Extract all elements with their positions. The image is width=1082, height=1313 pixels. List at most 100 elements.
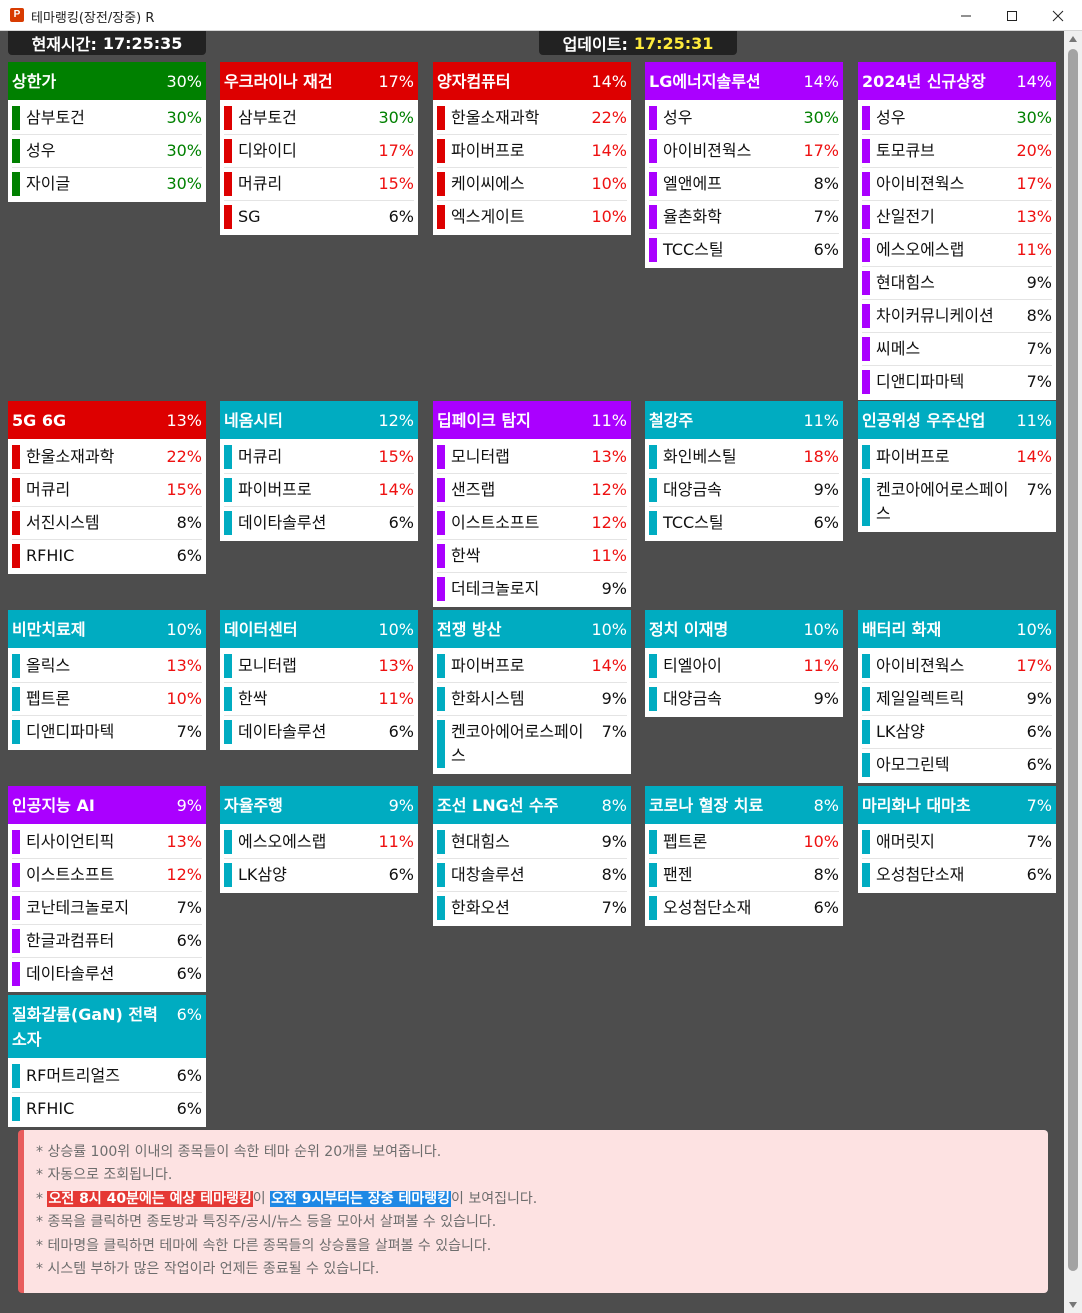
stock-name[interactable]: 코난테크놀로지 <box>26 896 171 920</box>
vertical-scrollbar[interactable] <box>1064 31 1082 1313</box>
theme-name[interactable]: 데이터센터 <box>224 617 378 642</box>
stock-name[interactable]: 모니터랩 <box>238 654 372 678</box>
stock-name[interactable]: 에스오에스랩 <box>238 830 372 854</box>
theme-name[interactable]: 인공위성 우주산업 <box>862 408 1016 433</box>
theme-name[interactable]: 양자컴퓨터 <box>437 69 591 94</box>
stock-row[interactable]: 토모큐브 20% <box>862 135 1052 168</box>
stock-row[interactable]: 삼부토건 30% <box>12 102 202 135</box>
theme-name[interactable]: 우크라이나 재건 <box>224 69 378 94</box>
stock-name[interactable]: 이스트소프트 <box>451 511 585 535</box>
stock-row[interactable]: 제일일렉트릭 9% <box>862 683 1052 716</box>
scroll-up-arrow-icon[interactable] <box>1064 31 1082 47</box>
stock-name[interactable]: 아이비젼웍스 <box>663 139 797 163</box>
stock-row[interactable]: TCC스틸 6% <box>649 234 839 266</box>
stock-name[interactable]: 디앤디파마텍 <box>876 370 1021 394</box>
stock-name[interactable]: 오성첨단소재 <box>663 896 808 920</box>
stock-name[interactable]: 디와이디 <box>238 139 372 163</box>
stock-name[interactable]: 성우 <box>26 139 160 163</box>
stock-row[interactable]: 올릭스 13% <box>12 650 202 683</box>
stock-row[interactable]: LK삼양 6% <box>224 859 414 891</box>
stock-row[interactable]: 성우 30% <box>649 102 839 135</box>
stock-row[interactable]: 파이버프로 14% <box>224 474 414 507</box>
stock-row[interactable]: 티엘아이 11% <box>649 650 839 683</box>
stock-name[interactable]: 올릭스 <box>26 654 160 678</box>
stock-name[interactable]: 현대힘스 <box>876 271 1021 295</box>
stock-name[interactable]: LK삼양 <box>876 720 1021 744</box>
stock-row[interactable]: 파이버프로 14% <box>437 650 627 683</box>
stock-row[interactable]: 현대힘스 9% <box>862 267 1052 300</box>
stock-row[interactable]: RFHIC 6% <box>12 1093 202 1125</box>
stock-row[interactable]: 머큐리 15% <box>12 474 202 507</box>
stock-name[interactable]: 머큐리 <box>238 445 372 469</box>
theme-header[interactable]: 인공위성 우주산업 11% <box>858 401 1056 439</box>
stock-name[interactable]: SG <box>238 205 383 229</box>
stock-name[interactable]: 아이비젼웍스 <box>876 654 1010 678</box>
stock-name[interactable]: 디앤디파마텍 <box>26 720 171 744</box>
stock-name[interactable]: 펩트론 <box>26 687 160 711</box>
stock-row[interactable]: 머큐리 15% <box>224 441 414 474</box>
stock-row[interactable]: 엘앤에프 8% <box>649 168 839 201</box>
stock-name[interactable]: 파이버프로 <box>238 478 372 502</box>
stock-name[interactable]: RFHIC <box>26 1097 171 1121</box>
theme-header[interactable]: 인공지능 AI 9% <box>8 786 206 824</box>
stock-row[interactable]: 아이비젼웍스 17% <box>862 168 1052 201</box>
theme-header[interactable]: 상한가 30% <box>8 62 206 100</box>
stock-name[interactable]: LK삼양 <box>238 863 383 887</box>
stock-name[interactable]: 한글과컴퓨터 <box>26 929 171 953</box>
stock-row[interactable]: 케이씨에스 10% <box>437 168 627 201</box>
theme-header[interactable]: 양자컴퓨터 14% <box>433 62 631 100</box>
stock-row[interactable]: 모니터랩 13% <box>437 441 627 474</box>
theme-name[interactable]: 네옴시티 <box>224 408 378 433</box>
stock-row[interactable]: 펩트론 10% <box>12 683 202 716</box>
stock-name[interactable]: 한싹 <box>451 544 585 568</box>
stock-name[interactable]: 씨메스 <box>876 337 1021 361</box>
stock-row[interactable]: RFHIC 6% <box>12 540 202 572</box>
theme-header[interactable]: 데이터센터 10% <box>220 610 418 648</box>
stock-name[interactable]: 켄코아에어로스페이스 <box>451 720 596 768</box>
stock-row[interactable]: 오성첨단소재 6% <box>862 859 1052 891</box>
theme-header[interactable]: 5G 6G 13% <box>8 401 206 439</box>
theme-header[interactable]: 조선 LNG선 수주 8% <box>433 786 631 824</box>
stock-row[interactable]: 머큐리 15% <box>224 168 414 201</box>
theme-header[interactable]: 마리화나 대마초 7% <box>858 786 1056 824</box>
stock-name[interactable]: 성우 <box>876 106 1010 130</box>
stock-row[interactable]: 팬젠 8% <box>649 859 839 892</box>
theme-name[interactable]: 전쟁 방산 <box>437 617 591 642</box>
stock-name[interactable]: 파이버프로 <box>451 654 585 678</box>
stock-name[interactable]: 삼부토건 <box>26 106 160 130</box>
stock-name[interactable]: 모니터랩 <box>451 445 585 469</box>
stock-name[interactable]: 아이비젼웍스 <box>876 172 1010 196</box>
stock-row[interactable]: 삼부토건 30% <box>224 102 414 135</box>
stock-row[interactable]: 디앤디파마텍 7% <box>12 716 202 748</box>
stock-row[interactable]: 아이비젼웍스 17% <box>649 135 839 168</box>
stock-name[interactable]: 파이버프로 <box>876 445 1010 469</box>
stock-row[interactable]: 파이버프로 14% <box>437 135 627 168</box>
stock-name[interactable]: 삼부토건 <box>238 106 372 130</box>
stock-row[interactable]: SG 6% <box>224 201 414 233</box>
stock-row[interactable]: TCC스틸 6% <box>649 507 839 539</box>
stock-row[interactable]: 데이타솔루션 6% <box>224 507 414 539</box>
stock-name[interactable]: 자이글 <box>26 172 160 196</box>
stock-name[interactable]: 한화시스템 <box>451 687 596 711</box>
theme-name[interactable]: LG에너지솔루션 <box>649 69 803 94</box>
theme-name[interactable]: 철강주 <box>649 408 803 433</box>
stock-name[interactable]: 제일일렉트릭 <box>876 687 1021 711</box>
stock-row[interactable]: 데이타솔루션 6% <box>12 958 202 990</box>
theme-name[interactable]: 인공지능 AI <box>12 793 177 818</box>
stock-row[interactable]: 티사이언티픽 13% <box>12 826 202 859</box>
theme-name[interactable]: 상한가 <box>12 69 166 94</box>
stock-name[interactable]: 한울소재과학 <box>451 106 585 130</box>
stock-row[interactable]: 한울소재과학 22% <box>12 441 202 474</box>
stock-name[interactable]: 율촌화학 <box>663 205 808 229</box>
stock-name[interactable]: 데이타솔루션 <box>238 511 383 535</box>
theme-header[interactable]: 질화갈륨(GaN) 전력소자 6% <box>8 995 206 1058</box>
theme-name[interactable]: 비만치료제 <box>12 617 166 642</box>
stock-name[interactable]: 오성첨단소재 <box>876 863 1021 887</box>
stock-row[interactable]: 디앤디파마텍 7% <box>862 366 1052 398</box>
stock-name[interactable]: 팬젠 <box>663 863 808 887</box>
theme-name[interactable]: 조선 LNG선 수주 <box>437 793 602 818</box>
stock-name[interactable]: 화인베스틸 <box>663 445 797 469</box>
stock-row[interactable]: 이스트소프트 12% <box>12 859 202 892</box>
stock-row[interactable]: 모니터랩 13% <box>224 650 414 683</box>
theme-name[interactable]: 정치 이재명 <box>649 617 803 642</box>
